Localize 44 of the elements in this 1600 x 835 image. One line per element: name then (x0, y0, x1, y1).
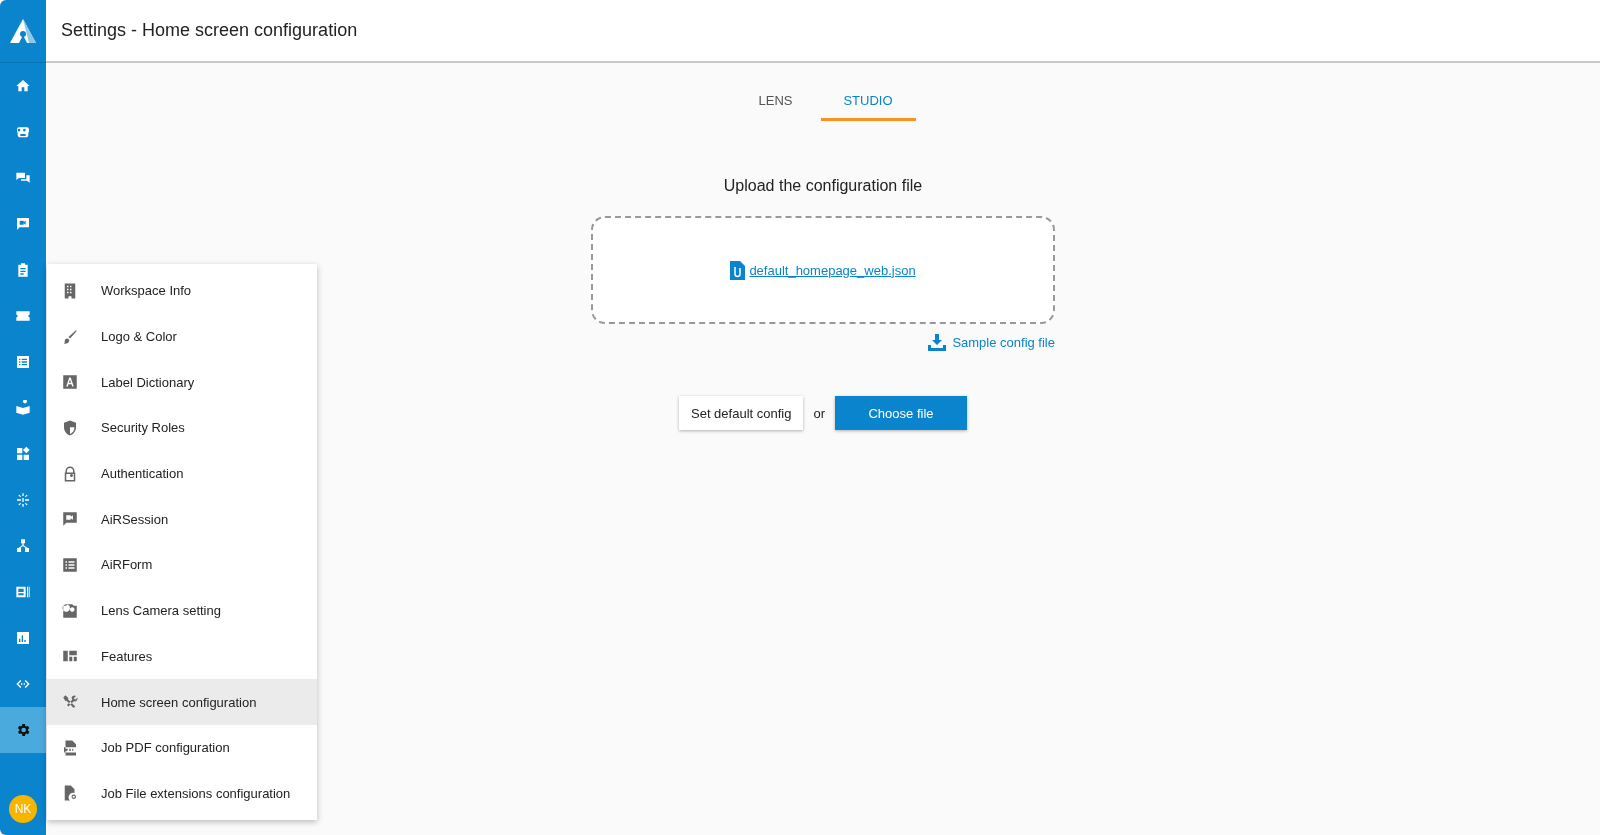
shield-icon (61, 418, 79, 437)
uploaded-file-link[interactable]: default_homepage_web.json (749, 262, 916, 278)
sample-config-link[interactable]: Sample config file (928, 334, 1055, 351)
settings-menu-item[interactable]: Job PDF configuration (47, 724, 317, 771)
settings-menu-item[interactable]: AiRForm (47, 542, 317, 588)
settings-menu-item[interactable]: Logo & Color (47, 313, 317, 360)
settings-menu-item[interactable]: Workspace Info (47, 268, 317, 314)
sidebar-nav-item[interactable] (0, 707, 46, 753)
attachment-file-icon (730, 260, 746, 280)
tab[interactable]: STUDIO (820, 83, 916, 121)
letter-icon (61, 373, 79, 392)
page-title: Settings - Home screen configuration (61, 20, 358, 41)
settings-menu-item[interactable]: AiRSession (47, 496, 317, 543)
ticket-icon (15, 308, 31, 324)
sparkle-icon (15, 492, 31, 508)
tab[interactable]: LENS (730, 83, 821, 121)
clipboard-icon (15, 262, 31, 278)
video-chat-icon (61, 510, 79, 529)
set-default-config-button[interactable]: Set default config (679, 396, 804, 430)
robot-icon (15, 124, 31, 140)
settings-menu-item[interactable]: Job File extensions configuration (47, 770, 317, 817)
video-chat-icon (15, 216, 31, 232)
list-icon (61, 555, 79, 574)
settings-menu-item[interactable]: Authentication (47, 450, 317, 497)
list-icon (15, 354, 31, 370)
settings-menu-item[interactable]: Lens Camera setting (47, 587, 317, 634)
chat-icon (15, 170, 31, 186)
network-icon (15, 538, 31, 554)
settings-menu-item[interactable]: Label Dictionary (47, 359, 317, 406)
settings-menu-item[interactable]: Features (47, 633, 317, 680)
choose-file-button[interactable]: Choose file (835, 396, 967, 430)
or-separator: or (813, 405, 825, 421)
id-card-icon (15, 584, 31, 600)
logo-icon (8, 17, 38, 45)
widgets-icon (15, 446, 31, 462)
settings-icon (15, 722, 31, 738)
settings-menu-item[interactable]: Security Roles (47, 405, 317, 451)
download-icon (928, 334, 947, 351)
home-icon (15, 78, 31, 94)
settings-menu-item[interactable]: Home screen configuration (47, 679, 317, 725)
file-drop-zone[interactable]: default_homepage_web.json (591, 216, 1055, 324)
reader-icon (15, 400, 31, 416)
bar-chart-icon (15, 630, 31, 646)
upload-heading: Upload the configuration file (723, 177, 923, 195)
